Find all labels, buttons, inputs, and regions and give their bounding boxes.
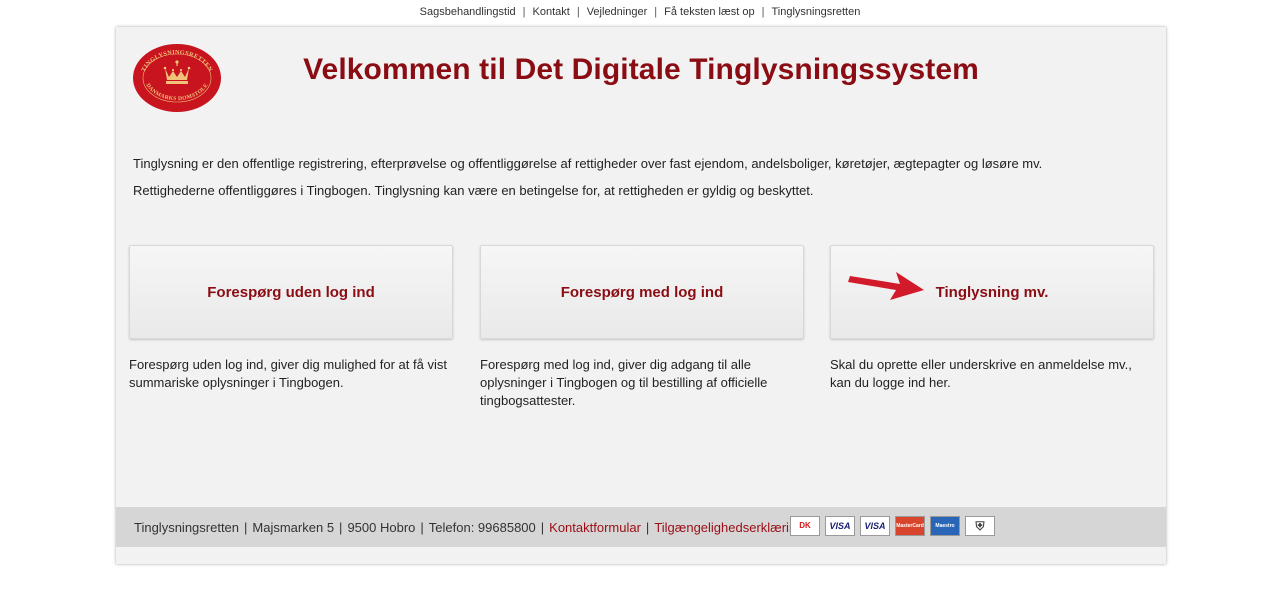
query-with-login-button[interactable]: Forespørg med log ind [480,245,804,339]
nav-separator: | [522,6,526,18]
page-title: Velkommen til Det Digitale Tinglysningss… [303,53,979,86]
maestro-icon: Maestro [930,516,960,536]
footer-address: Majsmarken 5 [252,520,335,535]
query-without-login-description: Forespørg uden log ind, giver dig muligh… [129,357,447,390]
intro-text-1: Tinglysning er den offentlige registreri… [133,156,1043,171]
nav-link-tinglysningsretten[interactable]: Tinglysningsretten [771,6,860,18]
footer-separator: | [339,520,343,535]
nav-link-kontakt[interactable]: Kontakt [533,6,570,18]
nav-separator: | [654,6,658,18]
nav-link-sagsbehandlingstid[interactable]: Sagsbehandlingstid [420,6,516,18]
nav-link-vejledninger[interactable]: Vejledninger [587,6,648,18]
main-panel: TINGLYSNINGSRETTEN DANMARKS DOMSTOLE Vel… [116,27,1166,564]
footer-separator: | [244,520,248,535]
footer-phone: Telefon: 99685800 [428,520,536,535]
secure-payment-icon: ⛨ [965,516,995,536]
tinglysning-button[interactable]: Tinglysning mv. [830,245,1154,339]
query-without-login-button[interactable]: Forespørg uden log ind [129,245,453,339]
footer-contact-info: Tinglysningsretten | Majsmarken 5 | 9500 Hob… [134,520,817,535]
query-with-login-description: Forespørg med log ind, giver dig adgang … [480,357,768,408]
footer-separator: | [645,520,650,535]
contact-form-link[interactable]: Kontaktformular [549,520,641,535]
visa-electron-icon: VISA [860,516,890,536]
nav-separator: | [761,6,765,18]
nav-separator: | [576,6,580,18]
tinglysning-label: Tinglysning mv. [935,284,1049,301]
footer: Tinglysningsretten | Majsmarken 5 | 9500 Hob… [116,507,1166,547]
nav-link-read-aloud[interactable]: Få teksten læst op [664,6,755,18]
footer-city: 9500 Hobro [347,520,416,535]
footer-court-name: Tinglysningsretten [134,520,240,535]
mastercard-icon: MasterCard [895,516,925,536]
query-without-login-label: Forespørg uden log ind [207,284,375,301]
footer-separator: | [540,520,545,535]
visa-icon: VISA [825,516,855,536]
payment-cards: DK VISA VISA MasterCard Maestro ⛨ [790,516,995,538]
dankort-icon: DK [790,516,820,536]
tinglysning-description: Skal du oprette eller underskrive en anm… [830,357,1132,390]
footer-separator: | [420,520,424,535]
query-with-login-label: Forespørg med log ind [560,284,724,301]
intro-text-2: Rettighederne offentliggøres i Tingbogen… [133,183,814,198]
accessibility-statement-link[interactable]: Tilgængelighedserklæring [654,520,803,535]
top-navigation: Sagsbehandlingstid | Kontakt | Vejledninger |… [0,6,1280,18]
